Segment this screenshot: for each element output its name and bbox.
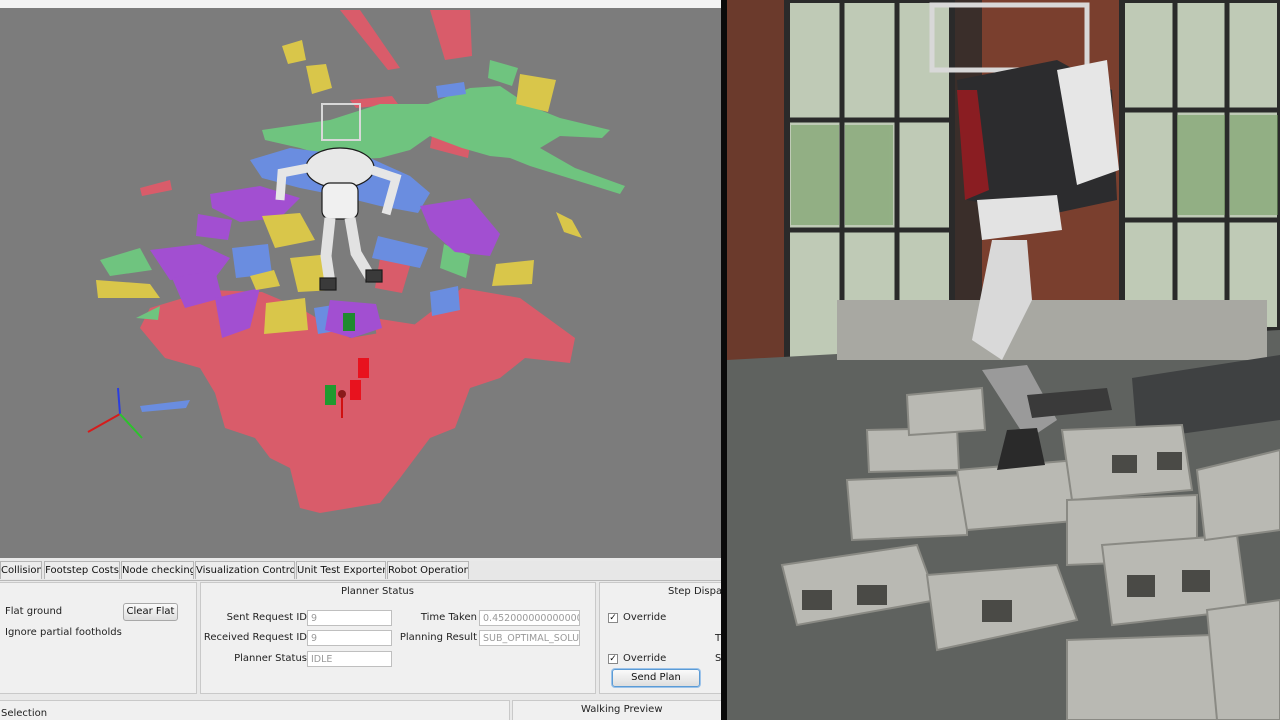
planar-region-purple-7 — [196, 214, 232, 240]
tab-node-checking[interactable]: Node checking — [121, 561, 194, 579]
planner-status-panel: Planner Status Sent Request ID 9 Receive… — [200, 582, 596, 694]
planar-region-purple-2 — [150, 244, 230, 280]
planar-region-yellow-7 — [282, 40, 306, 64]
planar-region-red-6 — [140, 180, 172, 196]
override-label-1: Override — [623, 612, 667, 623]
planar-region-yellow-9 — [556, 212, 582, 238]
time-taken-label: Time Taken — [420, 612, 477, 623]
selection-panel: Selection — [0, 700, 510, 720]
tab-robot-operation[interactable]: Robot Operation — [387, 561, 469, 579]
tab-collisions[interactable]: Collisions — [0, 561, 42, 579]
walking-preview-label: Walking Preview — [581, 704, 663, 715]
sent-request-id-field[interactable]: 9 — [307, 610, 392, 626]
flat-ground-label: Flat ground — [5, 606, 63, 617]
robot-photo — [727, 0, 1280, 720]
planar-region-yellow-3 — [264, 298, 308, 334]
checkmark-icon: ✓ — [609, 613, 617, 623]
send-plan-button[interactable]: Send Plan — [612, 669, 700, 687]
planar-region-blue-6 — [140, 400, 190, 412]
terrain-settings-panel: Flat ground Clear Flat Ignore partial fo… — [0, 582, 197, 694]
3d-viewport[interactable] — [0, 0, 721, 558]
planar-region-green-3 — [488, 60, 518, 86]
planar-region-red-5 — [430, 10, 472, 60]
planar-region-yellow-2 — [262, 213, 315, 248]
axis-triad-icon — [87, 387, 143, 439]
override-label-2: Override — [623, 653, 667, 664]
planar-region-green-5 — [136, 306, 160, 320]
selection-label: Selection — [1, 708, 48, 719]
planar-region-yellow-1 — [96, 280, 160, 298]
planar-regions-scene — [87, 10, 625, 513]
planar-region-green-2 — [100, 248, 152, 276]
start-pose-icon — [343, 313, 355, 331]
tab-bar: Collisions Footstep Costs Node checking … — [0, 561, 721, 581]
ignore-partial-footholds-label[interactable]: Ignore partial footholds — [5, 627, 122, 638]
walking-preview-panel: Walking Preview — [512, 700, 721, 720]
time-taken-field[interactable]: 0.452000000000000 — [479, 610, 580, 626]
planning-result-label: Planning Result — [399, 632, 477, 643]
override-checkbox-1[interactable]: ✓ — [608, 613, 618, 623]
planar-region-yellow-8 — [306, 64, 332, 94]
planner-status-label: Planner Status — [234, 653, 307, 664]
planner-status-title: Planner Status — [341, 586, 414, 597]
sent-request-id-label: Sent Request ID — [226, 612, 307, 623]
planar-region-purple-5 — [420, 198, 500, 256]
received-request-id-label: Received Request ID — [203, 632, 307, 643]
robot-photo-drawing — [727, 0, 1280, 720]
tab-visualization-control[interactable]: Visualization Control — [195, 561, 295, 579]
checkmark-icon: ✓ — [609, 654, 617, 664]
tab-footstep-costs[interactable]: Footstep Costs — [44, 561, 120, 579]
tab-unit-test-exporter[interactable]: Unit Test Exporter — [296, 561, 386, 579]
planar-region-yellow-5 — [492, 260, 534, 286]
step-dispatch-title: Step Dispat — [668, 586, 721, 597]
clear-flat-button[interactable]: Clear Flat — [123, 603, 178, 621]
planning-result-field[interactable]: SUB_OPTIMAL_SOLU — [479, 630, 580, 646]
received-request-id-field[interactable]: 9 — [307, 630, 392, 646]
planner-status-field[interactable]: IDLE — [307, 651, 392, 667]
override-checkbox-2[interactable]: ✓ — [608, 654, 618, 664]
step-dispatch-panel: Step Dispat ✓ Override T ✓ Override S Se… — [599, 582, 721, 694]
planner-ui: Collisions Footstep Costs Node checking … — [0, 0, 721, 720]
planar-region-red-4 — [340, 10, 400, 70]
